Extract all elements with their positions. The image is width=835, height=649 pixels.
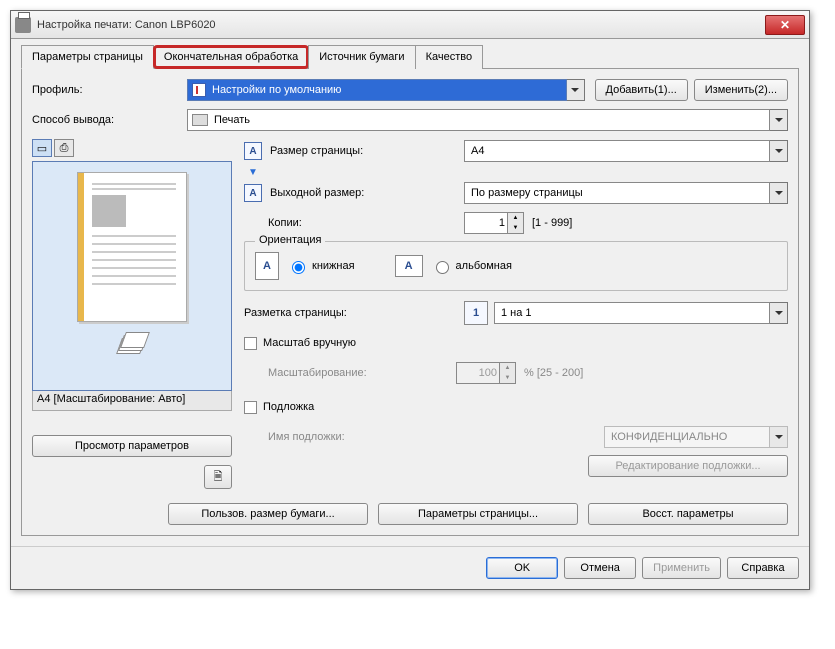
scale-input: 100 bbox=[456, 362, 500, 384]
page-preview bbox=[77, 172, 187, 322]
page-size-label: Размер страницы: bbox=[270, 145, 363, 157]
page-layout-combo[interactable]: 1 1 на 1 bbox=[464, 302, 788, 324]
orientation-legend: Ориентация bbox=[255, 234, 325, 246]
close-button[interactable]: ✕ bbox=[765, 15, 805, 35]
watermark-checkbox[interactable] bbox=[244, 401, 257, 414]
manual-scale-checkbox[interactable] bbox=[244, 337, 257, 350]
watermark-label: Подложка bbox=[263, 401, 314, 413]
profile-combo-arrow[interactable] bbox=[567, 79, 585, 101]
page-size-combo[interactable]: A4 bbox=[464, 140, 788, 162]
portrait-radio-input[interactable] bbox=[292, 261, 305, 274]
tab-body: Профиль: Настройки по умолчанию Добавить… bbox=[21, 68, 799, 536]
output-size-label: Выходной размер: bbox=[270, 187, 364, 199]
orientation-group: Ориентация A книжная A альбомная bbox=[244, 241, 788, 291]
window-title: Настройка печати: Canon LBP6020 bbox=[37, 19, 765, 31]
output-size-arrow[interactable] bbox=[770, 182, 788, 204]
output-size-value: По размеру страницы bbox=[471, 187, 583, 199]
spin-down-icon: ▼ bbox=[508, 223, 523, 233]
tab-strip: Параметры страницы Окончательная обработ… bbox=[21, 45, 799, 69]
preview-mode-page[interactable]: ▭ bbox=[32, 139, 52, 157]
copies-label: Копии: bbox=[244, 217, 394, 229]
print-settings-window: Настройка печати: Canon LBP6020 ✕ Параме… bbox=[10, 10, 810, 590]
page-params-button[interactable]: Параметры страницы... bbox=[378, 503, 578, 525]
page-size-icon: A bbox=[244, 142, 262, 160]
edit-watermark-button: Редактирование подложки... bbox=[588, 455, 788, 477]
print-icon bbox=[192, 114, 208, 126]
portrait-radio[interactable]: A книжная bbox=[255, 252, 355, 280]
info-icon: 🗎 bbox=[214, 468, 223, 487]
ok-button[interactable]: OK bbox=[486, 557, 558, 579]
view-params-button[interactable]: Просмотр параметров bbox=[32, 435, 232, 457]
restore-defaults-button[interactable]: Восст. параметры bbox=[588, 503, 788, 525]
page-layout-label: Разметка страницы: bbox=[244, 307, 394, 319]
copies-spinner[interactable]: ▲▼ bbox=[508, 212, 524, 234]
copies-input[interactable]: 1 bbox=[464, 212, 508, 234]
info-button[interactable]: 🗎 bbox=[204, 465, 232, 489]
page-layout-value: 1 на 1 bbox=[501, 307, 532, 319]
apply-button: Применить bbox=[642, 557, 721, 579]
landscape-icon: A bbox=[395, 255, 423, 277]
copies-range: [1 - 999] bbox=[532, 217, 572, 229]
watermark-name-combo: КОНФИДЕНЦИАЛЬНО bbox=[604, 426, 788, 448]
tab-page-settings[interactable]: Параметры страницы bbox=[21, 45, 154, 69]
help-button[interactable]: Справка bbox=[727, 557, 799, 579]
custom-paper-size-button[interactable]: Пользов. размер бумаги... bbox=[168, 503, 368, 525]
preview-status: A4 [Масштабирование: Авто] bbox=[32, 391, 232, 411]
page-size-value: A4 bbox=[471, 145, 484, 157]
preview-box bbox=[32, 161, 232, 391]
cancel-button[interactable]: Отмена bbox=[564, 557, 636, 579]
tab-finishing[interactable]: Окончательная обработка bbox=[153, 45, 309, 69]
profile-label: Профиль: bbox=[32, 84, 187, 96]
scaling-label: Масштабирование: bbox=[244, 367, 394, 379]
paper-stack-icon bbox=[117, 332, 147, 356]
output-method-combo[interactable]: Печать bbox=[187, 109, 788, 131]
spin-up-icon: ▲ bbox=[508, 213, 523, 223]
output-method-arrow[interactable] bbox=[770, 109, 788, 131]
output-size-icon: A bbox=[244, 184, 262, 202]
titlebar: Настройка печати: Canon LBP6020 ✕ bbox=[11, 11, 809, 39]
landscape-radio-input[interactable] bbox=[436, 261, 449, 274]
close-icon: ✕ bbox=[780, 18, 790, 32]
watermark-name-value: КОНФИДЕНЦИАЛЬНО bbox=[611, 431, 727, 443]
dialog-footer: OK Отмена Применить Справка bbox=[11, 546, 809, 589]
output-size-combo[interactable]: По размеру страницы bbox=[464, 182, 788, 204]
tab-paper-source[interactable]: Источник бумаги bbox=[308, 45, 415, 69]
profile-value: Настройки по умолчанию bbox=[212, 84, 341, 96]
page-layout-arrow[interactable] bbox=[770, 302, 788, 324]
landscape-radio[interactable]: A альбомная bbox=[395, 255, 512, 277]
scale-spinner: ▲▼ bbox=[500, 362, 516, 384]
output-method-value: Печать bbox=[214, 114, 250, 126]
profile-combo[interactable]: Настройки по умолчанию bbox=[187, 79, 567, 101]
printer-icon bbox=[15, 17, 31, 33]
manual-scale-label: Масштаб вручную bbox=[263, 337, 356, 349]
page-size-arrow[interactable] bbox=[770, 140, 788, 162]
portrait-icon: A bbox=[255, 252, 279, 280]
watermark-name-label: Имя подложки: bbox=[244, 431, 394, 443]
output-method-label: Способ вывода: bbox=[32, 114, 187, 126]
preview-mode-printer[interactable]: ⎙ bbox=[54, 139, 74, 157]
watermark-name-arrow bbox=[770, 426, 788, 448]
tab-quality[interactable]: Качество bbox=[415, 45, 484, 69]
add-profile-button[interactable]: Добавить(1)... bbox=[595, 79, 688, 101]
layout-icon: 1 bbox=[464, 301, 488, 325]
arrow-down-icon: ▼ bbox=[244, 169, 262, 177]
scale-range: % [25 - 200] bbox=[524, 367, 583, 379]
profile-icon bbox=[192, 83, 206, 97]
edit-profile-button[interactable]: Изменить(2)... bbox=[694, 79, 788, 101]
